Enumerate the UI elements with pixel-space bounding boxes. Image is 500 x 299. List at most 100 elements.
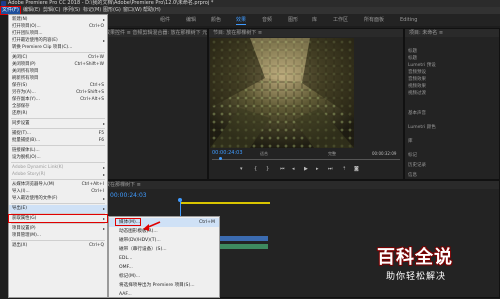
project-panel-header[interactable]: 项目: 未命名 ≡ xyxy=(405,29,499,37)
playhead-marker[interactable] xyxy=(219,157,222,160)
menu-item-label: 设为脱机(O)... xyxy=(12,155,41,160)
menu-item-label: 还原(R) xyxy=(12,111,28,116)
project-item[interactable]: 标题 xyxy=(408,48,417,54)
panel-tab-libraries[interactable]: 库 xyxy=(408,138,413,144)
timeline-header[interactable]: 放在那棵树下 ≡ xyxy=(101,181,499,189)
menu-separator xyxy=(11,52,105,53)
menu-help[interactable]: 帮助(H) xyxy=(142,7,162,14)
mark-in-icon[interactable]: { xyxy=(254,166,257,172)
watermark: 百科全说 助你轻松解决 xyxy=(372,240,500,298)
export-submenu-item[interactable]: OMF... xyxy=(109,263,219,272)
file-menu-item[interactable]: 导入最近使用的文件(F) ▸ xyxy=(9,195,107,203)
go-to-in-icon[interactable]: ⏮ xyxy=(280,166,285,172)
export-submenu-item[interactable]: 动态图形模板(R)... xyxy=(109,227,219,236)
premiere-app-icon xyxy=(1,1,6,6)
menu-item-label: 导出(E) xyxy=(12,206,27,211)
media-highlight-box xyxy=(115,218,141,226)
project-item[interactable]: 标题 xyxy=(408,55,417,61)
step-back-icon[interactable]: ◂ xyxy=(292,166,295,172)
menu-separator xyxy=(11,179,105,180)
file-menu-item[interactable]: 同步设置 ▸ xyxy=(9,120,107,128)
workspace-tab-assembly[interactable]: 组件 xyxy=(160,17,170,24)
title-bar: Adobe Premiere Pro CC 2018 - D:\我的文档\Ado… xyxy=(0,0,500,7)
step-forward-icon[interactable]: ▸ xyxy=(316,166,319,172)
submenu-item-label: EDL... xyxy=(119,256,133,261)
submenu-item-shortcut: Ctrl+M xyxy=(199,220,215,225)
file-menu-item[interactable]: 项目管理(M)... xyxy=(9,232,107,240)
watermark-title: 百科全说 xyxy=(377,247,453,268)
workspace-tab-editing[interactable]: 编辑 xyxy=(186,17,196,24)
lift-icon[interactable]: ⇡ xyxy=(342,166,346,172)
source-panel-header[interactable]: 效果控件 ≡ 音频剪辑混合器: 放在那棵树下 元数据 xyxy=(101,29,207,37)
source-panel: 效果控件 ≡ 音频剪辑混合器: 放在那棵树下 元数据 xyxy=(100,28,208,180)
menu-separator xyxy=(11,162,105,163)
program-fit-dropdown[interactable]: 适合 xyxy=(260,151,268,157)
submenu-arrow-icon: ▸ xyxy=(102,172,105,177)
menu-separator xyxy=(11,240,105,241)
submenu-item-label: 磁带(DV/HDV)(T)... xyxy=(119,238,161,243)
project-item[interactable]: Lumetri 预设 xyxy=(408,62,436,68)
project-panel: 项目: 未命名 ≡ xyxy=(404,28,500,180)
workspace-tab-all-panels[interactable]: 所有面板 xyxy=(364,17,384,24)
workspace-tab-audio[interactable]: 音频 xyxy=(262,17,272,24)
menu-file[interactable]: 文件(F) xyxy=(0,6,21,15)
workspace-tab-graphics[interactable]: 图形 xyxy=(288,17,298,24)
export-submenu-item[interactable]: 磁带（串行设备）(S)... xyxy=(109,245,219,254)
timeline-work-area-bar[interactable] xyxy=(180,202,270,204)
panel-tab-markers[interactable]: 标记 xyxy=(408,152,417,158)
workspace-tab-color[interactable]: 颜色 xyxy=(211,17,221,24)
submenu-item-label: 磁带（串行设备）(S)... xyxy=(119,247,167,252)
workspace-tab-editing-en[interactable]: Editing xyxy=(400,17,417,24)
program-monitor-header[interactable]: 节目: 放在那棵树下 ≡ xyxy=(209,29,403,37)
menu-window[interactable]: 窗口(W) xyxy=(122,7,143,14)
window-title: Adobe Premiere Pro CC 2018 - D:\我的文档\Ado… xyxy=(8,0,214,6)
workspace-tab-libraries[interactable]: 库 xyxy=(312,17,317,24)
file-menu-item[interactable]: 还原(R) xyxy=(9,110,107,118)
project-item[interactable]: 音频效果 xyxy=(408,76,426,82)
export-submenu-item[interactable]: 磁带(DV/HDV)(T)... xyxy=(109,236,219,245)
timeline-timecode[interactable]: 00:00:24:03 xyxy=(110,192,147,199)
file-menu-item[interactable]: 转换 Premiere Clip 项目(C)... xyxy=(9,44,107,52)
program-video-frame xyxy=(210,38,354,148)
submenu-arrow-icon: ▸ xyxy=(102,121,105,126)
timeline-audio-clip[interactable] xyxy=(220,244,268,249)
mark-out-icon[interactable]: } xyxy=(266,166,269,172)
submenu-arrow-icon: ▸ xyxy=(102,206,105,211)
panel-tab-essential-sound[interactable]: 基本声音 xyxy=(408,110,426,116)
export-frame-icon[interactable]: ◙ xyxy=(354,166,359,172)
project-item[interactable]: 视频效果 xyxy=(408,83,426,89)
menu-graphics[interactable]: 图形(G) xyxy=(102,7,122,14)
program-resolution-dropdown[interactable]: 完整 xyxy=(328,151,336,157)
project-item[interactable]: 视频过渡 xyxy=(408,90,426,96)
menu-item-label: 退出(X) xyxy=(12,243,28,248)
menu-separator xyxy=(11,203,105,204)
program-scrub-bar[interactable] xyxy=(212,159,400,160)
project-item[interactable]: 音频预设 xyxy=(408,69,426,75)
menu-marker[interactable]: 标记(M) xyxy=(82,7,102,14)
panel-tab-history[interactable]: 历史记录 xyxy=(408,162,426,168)
file-menu-item[interactable]: 退出(X) Ctrl+Q xyxy=(9,242,107,250)
panel-tab-info[interactable]: 信息 xyxy=(408,172,417,178)
export-submenu-item[interactable]: 标记(M)... xyxy=(109,272,219,281)
file-menu-dropdown: 新建(N) ▸ 打开项目(O)... Ctrl+O 打开团队项目... 打开最近使用的内容… xyxy=(8,14,108,298)
play-icon[interactable]: ▶ xyxy=(304,166,308,172)
go-to-out-icon[interactable]: ⏭ xyxy=(328,166,333,172)
menu-sequence[interactable]: 序列(S) xyxy=(62,7,81,14)
red-arrow-icon xyxy=(143,221,161,231)
menu-edit[interactable]: 编辑(E) xyxy=(22,7,41,14)
export-submenu-item[interactable]: 将选择项导出为 Premiere 项目(S)... xyxy=(109,281,219,290)
menu-clip[interactable]: 剪辑(C) xyxy=(42,7,61,14)
add-marker-icon[interactable]: ▾ xyxy=(240,166,243,172)
workspace-tab-workspace[interactable]: 工作区 xyxy=(333,17,348,24)
workspace-bar: 组件 编辑 颜色 效果 音频 图形 库 工作区 所有面板 Editing xyxy=(100,14,500,26)
menu-item-shortcut: Ctrl+Q xyxy=(89,243,104,248)
file-menu-item[interactable]: 批量捕捉(B)... F6 xyxy=(9,137,107,145)
export-submenu-item[interactable]: EDL... xyxy=(109,254,219,263)
file-menu-item[interactable]: 设为脱机(O)... xyxy=(9,154,107,162)
file-menu-item[interactable]: 导出(E) ▸ xyxy=(9,205,107,213)
panel-tab-lumetri-color[interactable]: Lumetri 颜色 xyxy=(408,124,436,130)
transport-controls: ▾ { } ⏮ ◂ ▶ ▸ ⏭ ⇡ ◙ xyxy=(240,166,370,174)
program-current-timecode[interactable]: 00:00:24:03 xyxy=(212,150,243,156)
workspace-tab-effects[interactable]: 效果 xyxy=(236,17,246,24)
timeline-video-clip[interactable] xyxy=(220,236,268,241)
